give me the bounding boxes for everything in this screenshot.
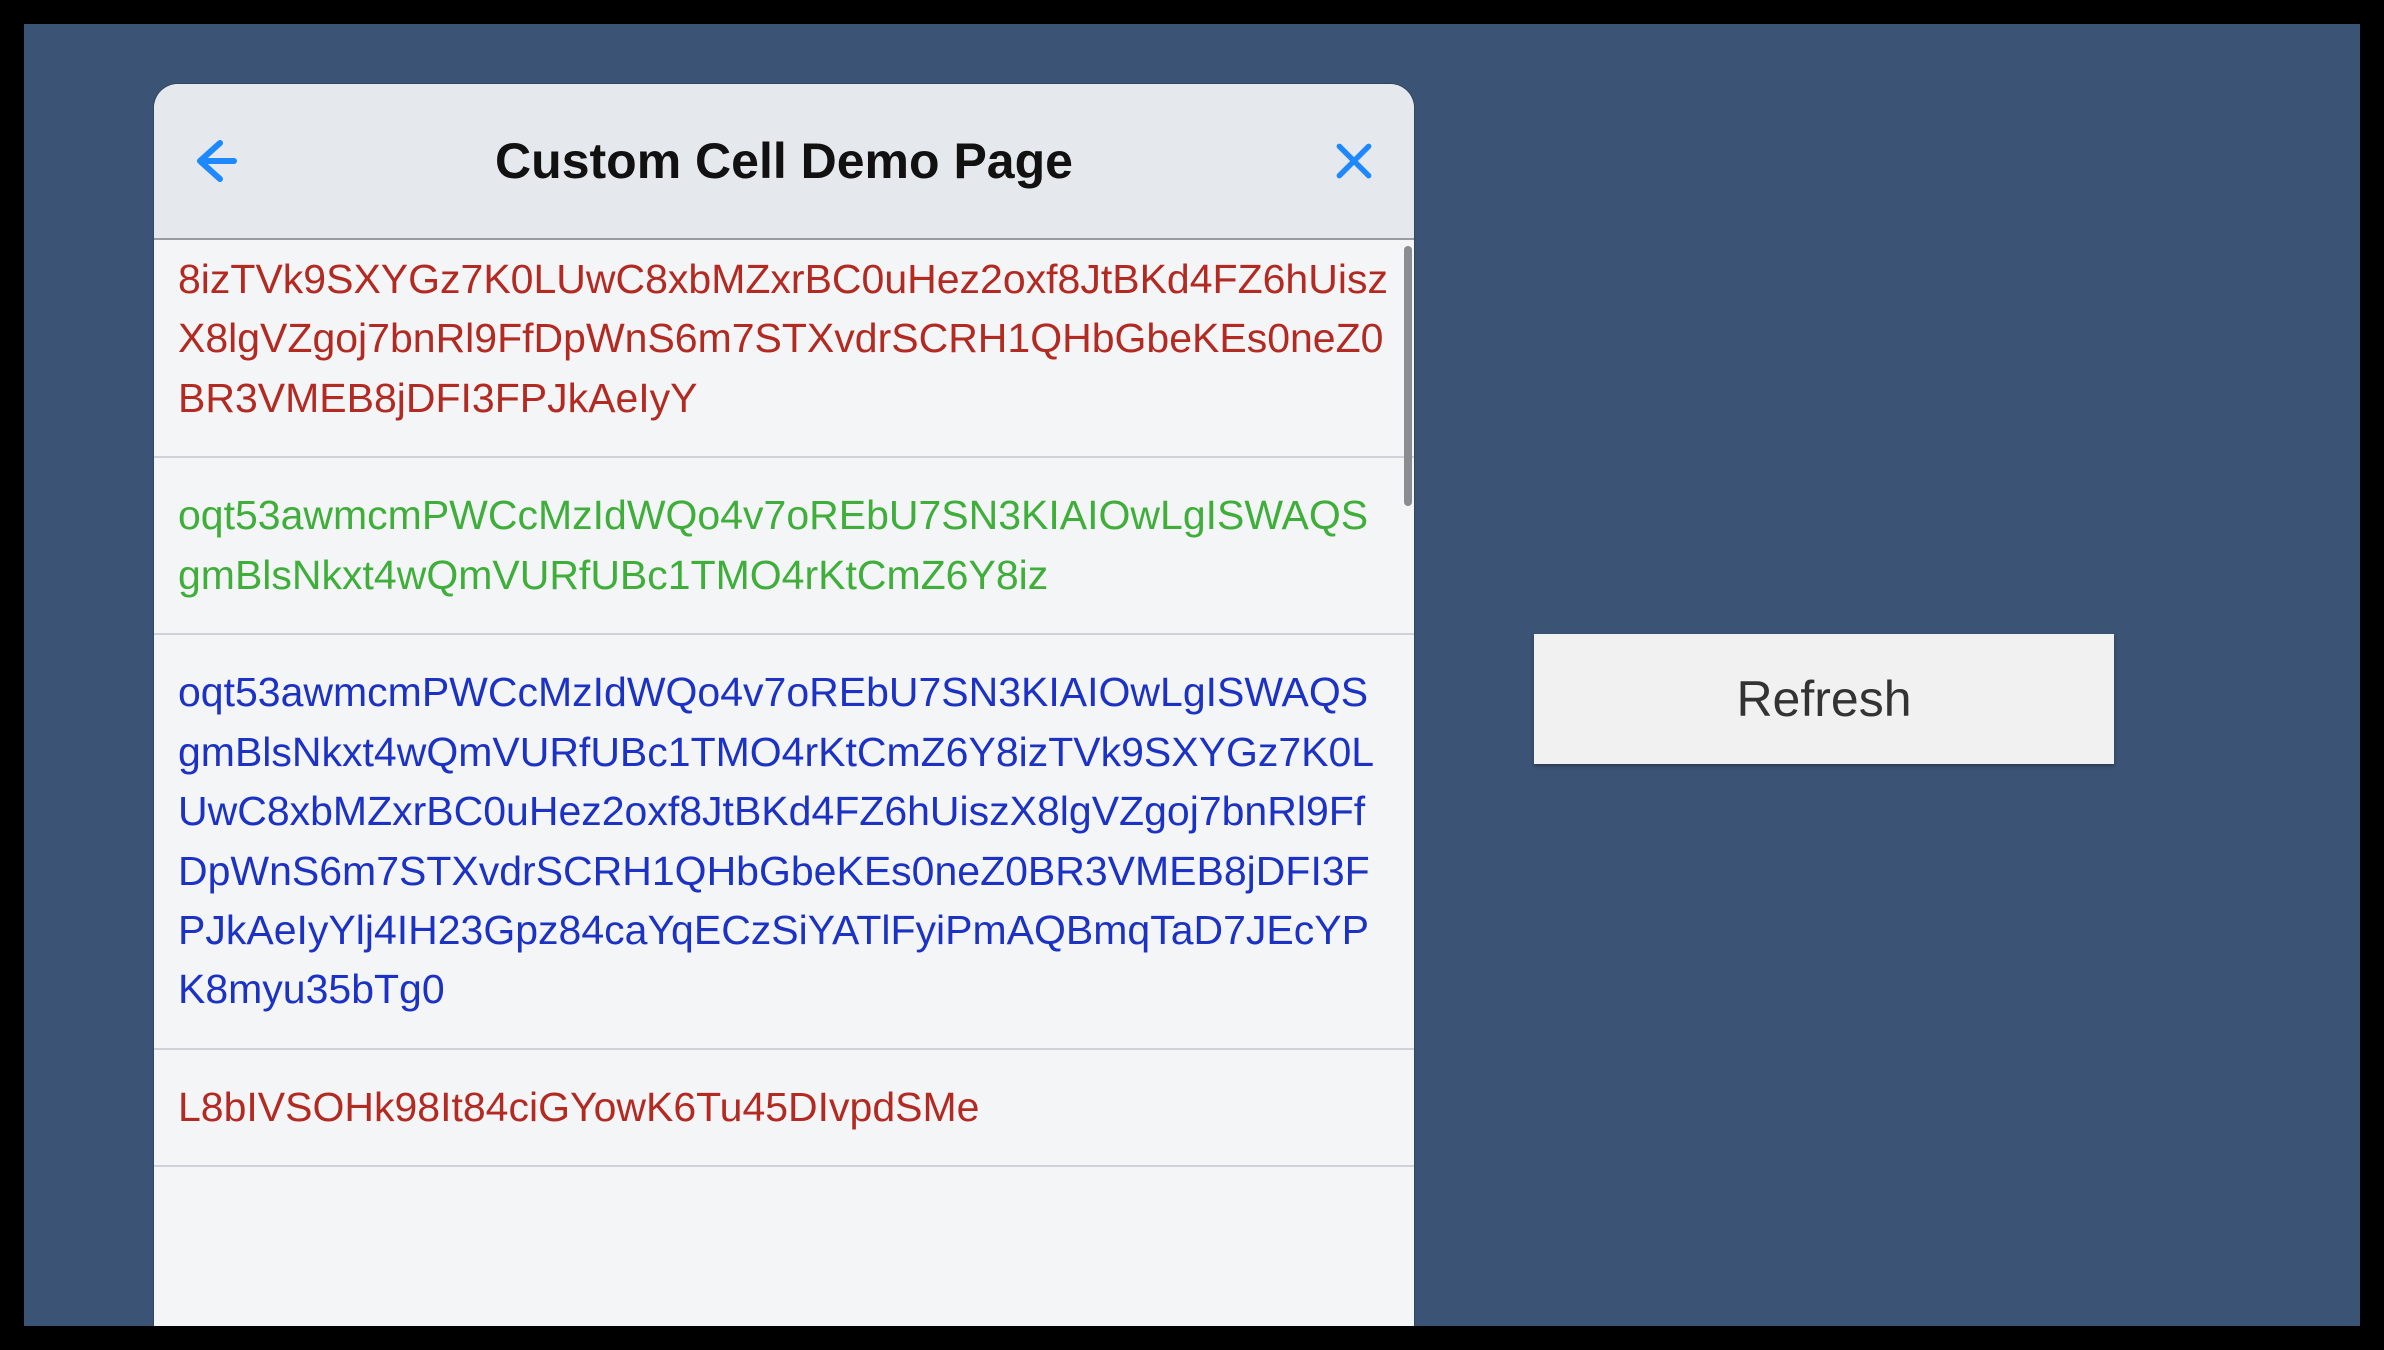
cell-text: oqt53awmcmPWCcMzIdWQo4v7oREbU7SN3KIAIOwL… <box>178 669 1374 1012</box>
cell-list[interactable]: 8izTVk9SXYGz7K0LUwC8xbMZxrBC0uHez2oxf8Jt… <box>154 240 1414 1326</box>
refresh-button[interactable]: Refresh <box>1534 634 2114 764</box>
page-title: Custom Cell Demo Page <box>242 132 1326 190</box>
back-icon[interactable] <box>186 133 242 189</box>
scrollbar-thumb[interactable] <box>1404 246 1412 506</box>
cell-text: 8izTVk9SXYGz7K0LUwC8xbMZxrBC0uHez2oxf8Jt… <box>178 256 1388 421</box>
phone-panel: Custom Cell Demo Page 8izTVk9SXYGz7K0LUw… <box>154 84 1414 1326</box>
list-item[interactable]: L8bIVSOHk98It84ciGYowK6Tu45DIvpdSMe <box>154 1050 1414 1167</box>
nav-bar: Custom Cell Demo Page <box>154 84 1414 240</box>
list-item[interactable]: oqt53awmcmPWCcMzIdWQo4v7oREbU7SN3KIAIOwL… <box>154 635 1414 1050</box>
cell-text: oqt53awmcmPWCcMzIdWQo4v7oREbU7SN3KIAIOwL… <box>178 492 1368 597</box>
list-item[interactable]: 8izTVk9SXYGz7K0LUwC8xbMZxrBC0uHez2oxf8Jt… <box>154 240 1414 458</box>
close-icon[interactable] <box>1326 133 1382 189</box>
cell-text: L8bIVSOHk98It84ciGYowK6Tu45DIvpdSMe <box>178 1084 979 1130</box>
list-item[interactable]: oqt53awmcmPWCcMzIdWQo4v7oREbU7SN3KIAIOwL… <box>154 458 1414 635</box>
